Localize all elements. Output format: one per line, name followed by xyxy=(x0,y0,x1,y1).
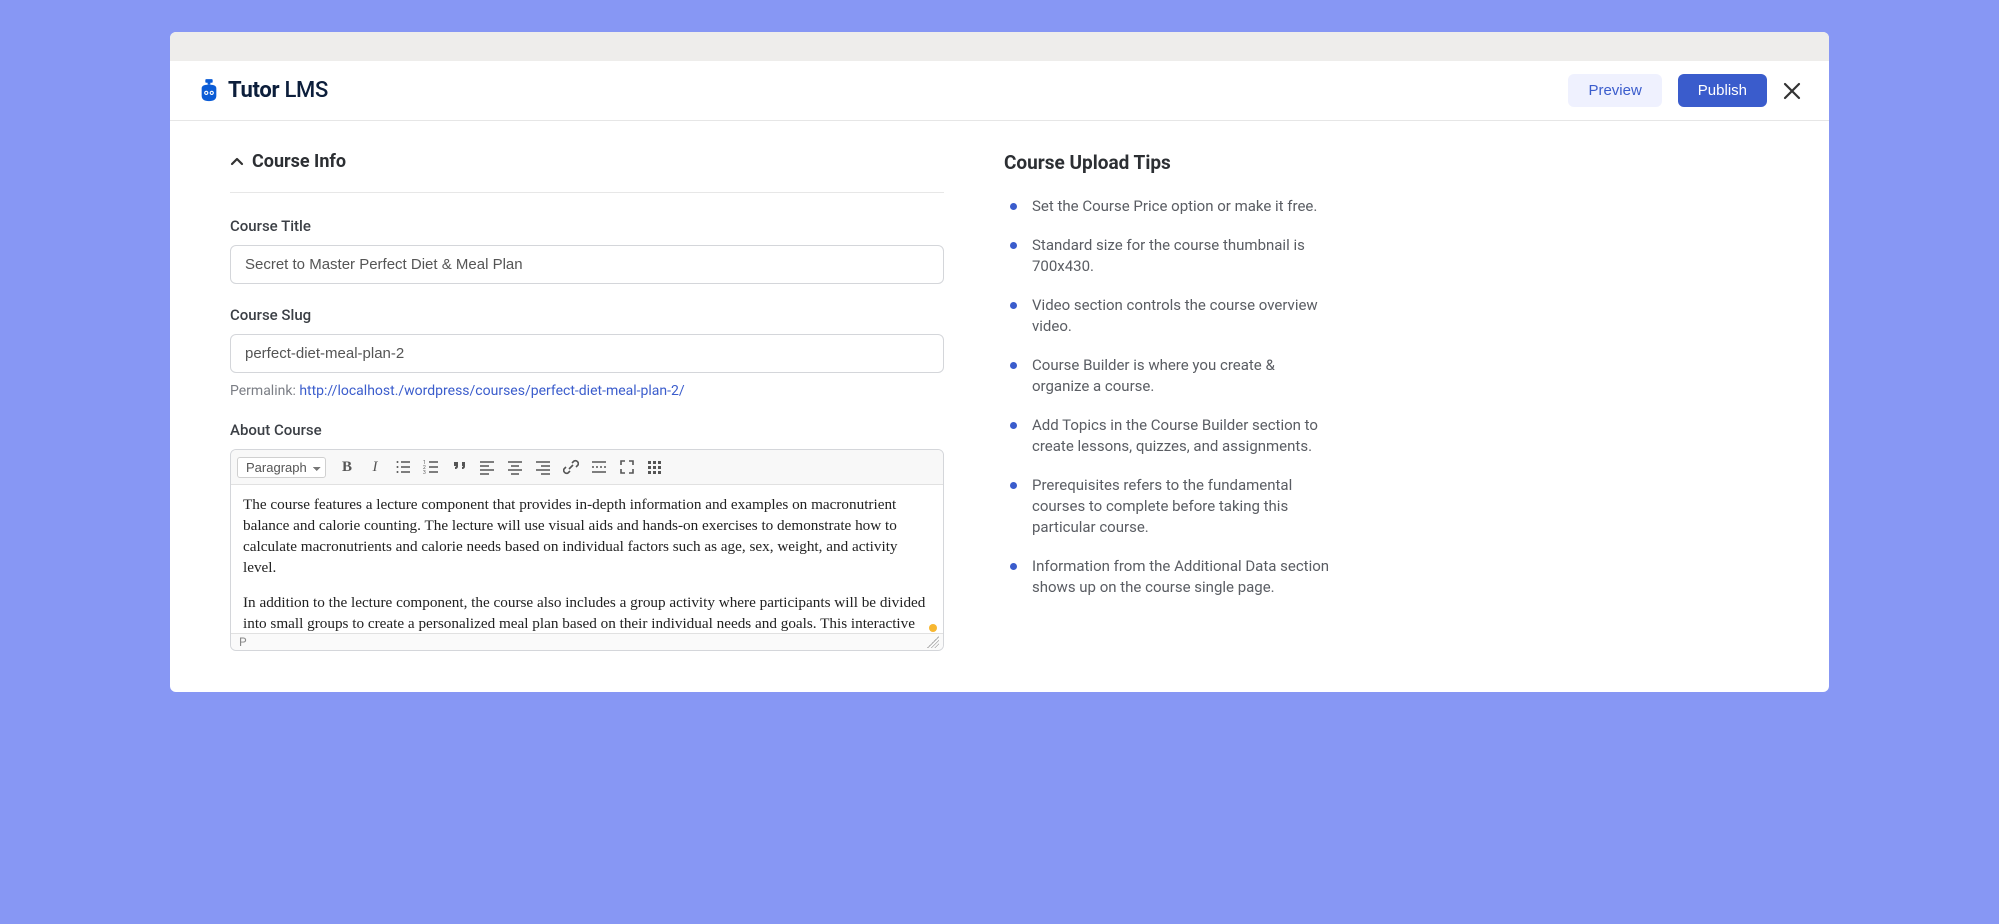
blockquote-button[interactable] xyxy=(446,454,472,480)
section-header[interactable]: Course Info xyxy=(230,151,944,193)
toolbar-toggle-button[interactable] xyxy=(642,454,668,480)
list-item: Set the Course Price option or make it f… xyxy=(1004,196,1334,217)
brand-logo-text: Tutor LMS xyxy=(228,78,328,103)
list-item: Course Builder is where you create & org… xyxy=(1004,355,1334,397)
brand-logo-icon xyxy=(198,79,220,103)
resize-handle-icon[interactable] xyxy=(927,636,939,648)
align-left-button[interactable] xyxy=(474,454,500,480)
header-actions: Preview Publish xyxy=(1568,74,1801,107)
block-format-select[interactable]: Paragraph xyxy=(237,457,326,478)
sidebar-tips: Course Upload Tips Set the Course Price … xyxy=(1004,151,1334,692)
publish-button[interactable]: Publish xyxy=(1678,74,1767,107)
list-item: Video section controls the course overvi… xyxy=(1004,295,1334,337)
editor-toolbar: Paragraph B I 123 xyxy=(231,450,943,485)
list-item: Prerequisites refers to the fundamental … xyxy=(1004,475,1334,538)
course-title-label: Course Title xyxy=(230,217,944,235)
link-button[interactable] xyxy=(558,454,584,480)
about-course-field: About Course Paragraph B I 123 xyxy=(230,421,944,651)
read-more-button[interactable] xyxy=(586,454,612,480)
fullscreen-button[interactable] xyxy=(614,454,640,480)
header-bar: Tutor LMS Preview Publish xyxy=(170,61,1829,121)
about-course-label: About Course xyxy=(230,421,944,439)
bold-button[interactable]: B xyxy=(334,454,360,480)
tips-list: Set the Course Price option or make it f… xyxy=(1004,196,1334,598)
close-icon[interactable] xyxy=(1783,82,1801,100)
align-right-button[interactable] xyxy=(530,454,556,480)
brand-logo: Tutor LMS xyxy=(198,78,328,103)
editor-content[interactable]: The course features a lecture component … xyxy=(231,485,943,633)
list-item: Add Topics in the Course Builder section… xyxy=(1004,415,1334,457)
tips-title: Course Upload Tips xyxy=(1004,151,1334,174)
preview-button[interactable]: Preview xyxy=(1568,74,1661,107)
numbered-list-button[interactable]: 123 xyxy=(418,454,444,480)
bulleted-list-button[interactable] xyxy=(390,454,416,480)
course-title-field: Course Title xyxy=(230,217,944,284)
app-shell: Tutor LMS Preview Publish Course Info xyxy=(170,32,1829,692)
course-slug-input[interactable] xyxy=(230,334,944,373)
list-item: Information from the Additional Data sec… xyxy=(1004,556,1334,598)
editor-paragraph: In addition to the lecture component, th… xyxy=(243,593,931,633)
section-title: Course Info xyxy=(252,151,346,172)
main-column: Course Info Course Title Course Slug Per… xyxy=(230,151,944,692)
rich-text-editor: Paragraph B I 123 xyxy=(230,449,944,651)
course-title-input[interactable] xyxy=(230,245,944,284)
align-center-button[interactable] xyxy=(502,454,528,480)
permalink-row: Permalink: http://localhost./wordpress/c… xyxy=(230,383,944,399)
window-chrome-bar xyxy=(170,32,1829,61)
permalink-link[interactable]: http://localhost./wordpress/courses/perf… xyxy=(299,383,684,399)
editor-status-bar: P xyxy=(231,633,943,650)
course-slug-field: Course Slug Permalink: http://localhost.… xyxy=(230,306,944,399)
chevron-up-icon xyxy=(230,155,244,169)
svg-text:3: 3 xyxy=(423,470,426,475)
italic-button[interactable]: I xyxy=(362,454,388,480)
permalink-label: Permalink: xyxy=(230,383,299,399)
body-area: Course Info Course Title Course Slug Per… xyxy=(170,121,1829,692)
autosave-indicator-icon xyxy=(929,624,937,632)
course-slug-label: Course Slug xyxy=(230,306,944,324)
editor-paragraph: The course features a lecture component … xyxy=(243,495,931,579)
list-item: Standard size for the course thumbnail i… xyxy=(1004,235,1334,277)
editor-element-path: P xyxy=(239,635,247,649)
